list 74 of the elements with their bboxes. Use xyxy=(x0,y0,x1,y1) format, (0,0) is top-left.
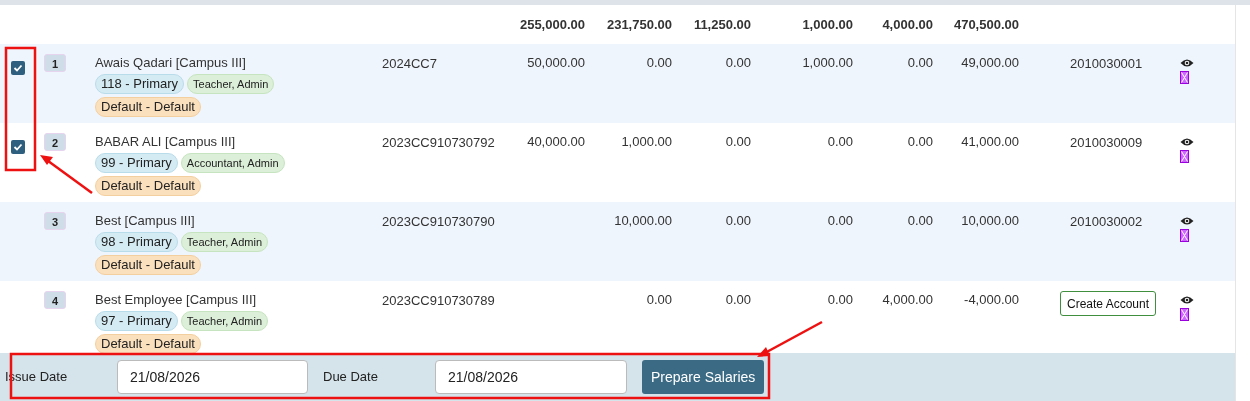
row-number: 4 xyxy=(44,291,66,309)
crossed-box-icon[interactable] xyxy=(1179,229,1189,242)
amount: 0.00 xyxy=(907,213,933,228)
account-number: 2010030002 xyxy=(1070,214,1143,229)
amount: 0.00 xyxy=(907,134,933,149)
amount: 1,000.00 xyxy=(802,55,853,70)
tag: Default - Default xyxy=(95,255,201,275)
amount: 0.00 xyxy=(827,292,853,307)
checkbox[interactable] xyxy=(11,140,25,154)
total-amount: 4,000.00 xyxy=(882,16,933,32)
checkmark-icon xyxy=(13,63,23,73)
crossed-box-icon[interactable] xyxy=(1179,308,1189,321)
amount: 0.00 xyxy=(827,134,853,149)
tag: Teacher, Admin xyxy=(180,311,268,331)
amount: 10,000.00 xyxy=(961,213,1019,228)
crossed-box-icon[interactable] xyxy=(1179,150,1189,163)
due-date-field[interactable]: 21/08/2026 xyxy=(435,360,627,394)
due-date-label: Due Date xyxy=(323,368,379,387)
employee-name: Best Employee [Campus III] xyxy=(95,291,258,309)
amount: 0.00 xyxy=(725,134,751,149)
amount: 50,000.00 xyxy=(527,55,585,70)
view-icon[interactable] xyxy=(1180,295,1194,305)
row-number: 1 xyxy=(44,54,66,72)
tag: Teacher, Admin xyxy=(180,232,268,252)
total-amount: 11,250.00 xyxy=(693,16,751,32)
crossed-box-icon[interactable] xyxy=(1179,71,1189,84)
tag: 97 - Primary xyxy=(95,311,178,331)
checkmark-icon xyxy=(13,142,23,152)
total-amount: 1,000.00 xyxy=(802,16,853,32)
tag: 99 - Primary xyxy=(95,153,178,173)
amount: 0.00 xyxy=(725,213,751,228)
amount: 0.00 xyxy=(907,55,933,70)
amount: 4,000.00 xyxy=(882,292,933,307)
employee-name: Best [Campus III] xyxy=(95,212,196,230)
checkbox[interactable] xyxy=(11,61,25,75)
employee-code: 2024CC7 xyxy=(382,56,437,71)
amount: -4,000.00 xyxy=(964,292,1019,307)
amount: 0.00 xyxy=(646,292,672,307)
row-number: 3 xyxy=(44,212,66,230)
amount: 0.00 xyxy=(725,292,751,307)
total-amount: 470,500.00 xyxy=(953,16,1019,32)
amount: 41,000.00 xyxy=(961,134,1019,149)
tag: Teacher, Admin xyxy=(187,74,275,94)
amount: 40,000.00 xyxy=(527,134,585,149)
tag: 118 - Primary xyxy=(95,74,185,94)
tag: Default - Default xyxy=(95,176,201,196)
annotation-arrow xyxy=(40,155,93,194)
tag: Default - Default xyxy=(95,97,201,117)
employee-name: Awais Qadari [Campus III] xyxy=(95,54,247,72)
view-icon[interactable] xyxy=(1180,137,1194,147)
view-icon[interactable] xyxy=(1180,58,1194,68)
annotation-arrow xyxy=(757,320,823,357)
view-icon[interactable] xyxy=(1180,216,1194,226)
issue-date-field[interactable]: 21/08/2026 xyxy=(117,360,308,394)
tag: 98 - Primary xyxy=(95,232,178,252)
prepare-salaries-button[interactable]: Prepare Salaries xyxy=(642,360,765,394)
account-number: 2010030001 xyxy=(1070,56,1143,71)
account-number: 2010030009 xyxy=(1070,135,1143,150)
total-amount: 231,750.00 xyxy=(606,16,672,32)
amount: 0.00 xyxy=(725,55,751,70)
amount: 49,000.00 xyxy=(961,55,1019,70)
employee-code: 2023CC910730792 xyxy=(382,135,495,150)
tag: Default - Default xyxy=(95,334,201,354)
amount: 0.00 xyxy=(646,55,672,70)
amount: 0.00 xyxy=(827,213,853,228)
tag: Accountant, Admin xyxy=(180,153,285,173)
amount: 10,000.00 xyxy=(614,213,672,228)
row-number: 2 xyxy=(44,133,66,151)
create-account-button[interactable]: Create Account xyxy=(1060,291,1157,316)
employee-code: 2023CC910730790 xyxy=(382,214,495,229)
amount: 1,000.00 xyxy=(621,134,672,149)
total-amount: 255,000.00 xyxy=(519,16,585,32)
employee-name: BABAR ALI [Campus III] xyxy=(95,133,237,151)
employee-code: 2023CC910730789 xyxy=(382,293,495,308)
